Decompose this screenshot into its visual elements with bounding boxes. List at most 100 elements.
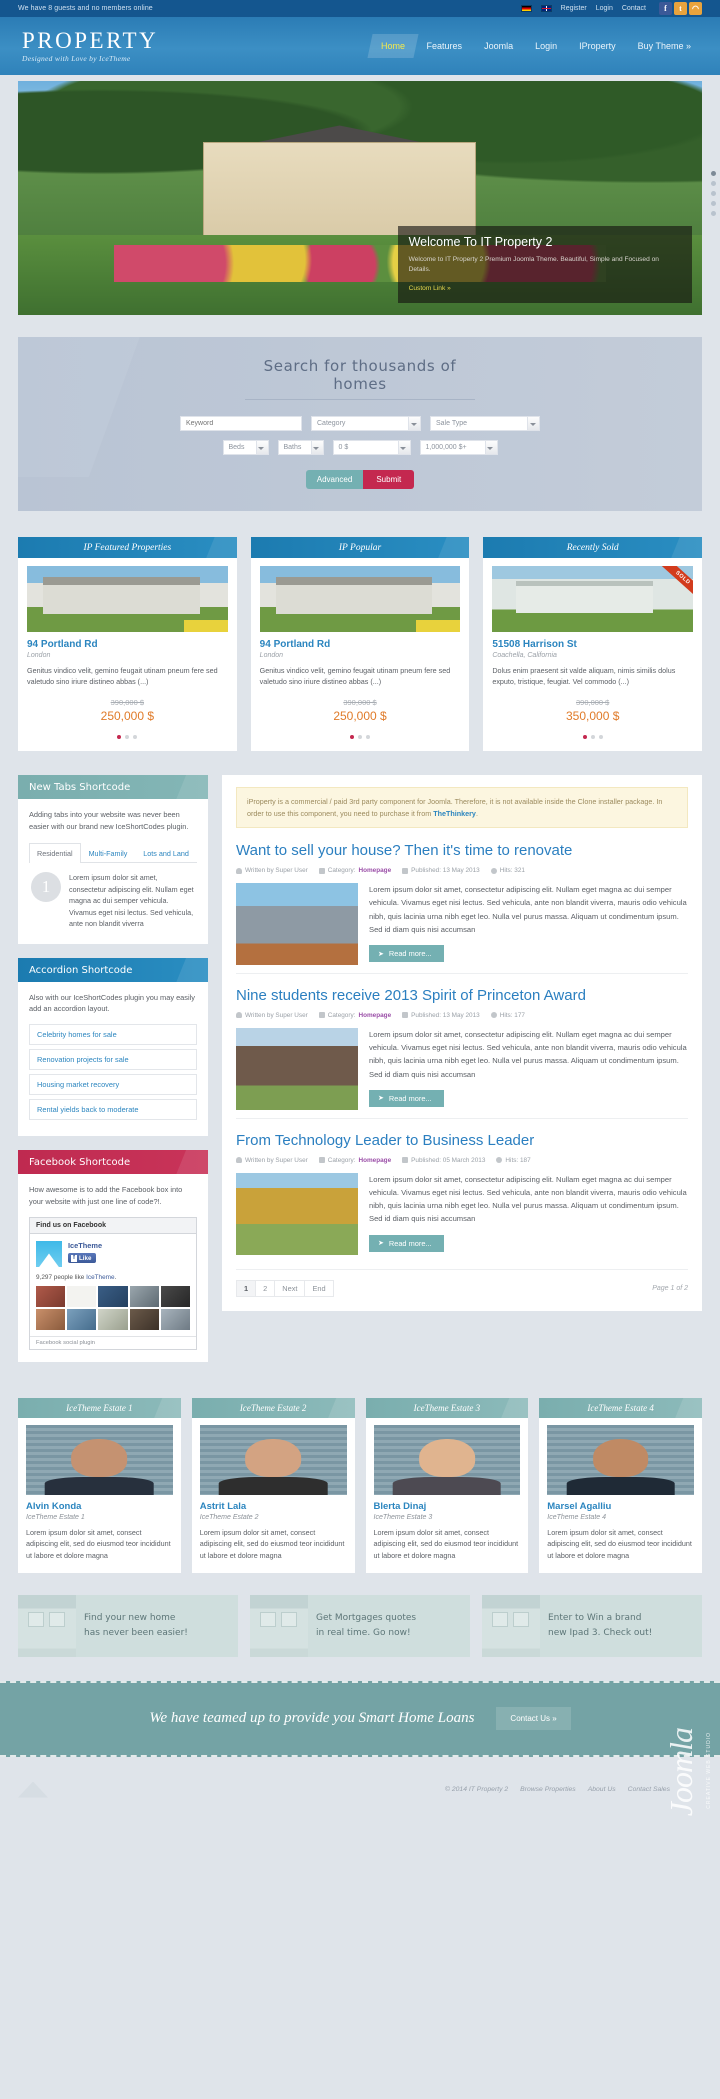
friend-thumb[interactable] bbox=[36, 1308, 66, 1330]
article-image[interactable] bbox=[236, 883, 358, 966]
property-image[interactable] bbox=[27, 566, 228, 632]
agent-name[interactable]: Marsel Agalliu bbox=[547, 1501, 694, 1512]
logo[interactable]: PROPERTY Designed with Love by IceTheme bbox=[18, 29, 370, 63]
price-min-select[interactable]: 0 $ bbox=[332, 440, 411, 455]
friend-thumb[interactable] bbox=[160, 1308, 190, 1330]
property-dot-2[interactable] bbox=[358, 735, 362, 740]
nav-item-login[interactable]: Login bbox=[524, 34, 568, 58]
article-title[interactable]: From Technology Leader to Business Leade… bbox=[236, 1132, 688, 1151]
friend-thumb[interactable] bbox=[98, 1308, 128, 1330]
property-dot-3[interactable] bbox=[133, 735, 138, 740]
property-carousel-dots[interactable] bbox=[492, 735, 693, 740]
register-link[interactable]: Register bbox=[561, 5, 587, 12]
agent-photo[interactable] bbox=[26, 1424, 173, 1495]
agent-name[interactable]: Alvin Konda bbox=[26, 1501, 173, 1512]
property-title[interactable]: 94 Portland Rd bbox=[260, 639, 461, 650]
nav-item-iproperty[interactable]: IProperty bbox=[568, 34, 627, 58]
tab-multi-family[interactable]: Multi-Family bbox=[81, 843, 136, 862]
property-dot-1[interactable] bbox=[350, 735, 354, 740]
nav-item-buy-theme[interactable]: Buy Theme » bbox=[627, 34, 702, 58]
property-title[interactable]: 51508 Harrison St bbox=[492, 639, 693, 650]
page-button-next[interactable]: Next bbox=[274, 1279, 306, 1297]
submit-search-button[interactable]: Submit bbox=[363, 470, 415, 489]
facebook-like-button[interactable]: f Like bbox=[68, 1253, 97, 1264]
promo-banner[interactable]: Get Mortgages quotes in real time. Go no… bbox=[250, 1594, 470, 1657]
beds-select[interactable]: Beds bbox=[222, 440, 269, 455]
friend-thumb[interactable] bbox=[129, 1285, 159, 1307]
agent-photo[interactable] bbox=[547, 1424, 694, 1495]
hero-dot-2[interactable] bbox=[711, 181, 716, 186]
page-button-2[interactable]: 2 bbox=[255, 1279, 276, 1297]
read-more-button[interactable]: ➤ Read more... bbox=[369, 1234, 444, 1252]
property-dot-1[interactable] bbox=[582, 735, 587, 740]
property-carousel-dots[interactable] bbox=[27, 735, 228, 740]
hero-dot-4[interactable] bbox=[711, 201, 716, 206]
tab-lots-and-land[interactable]: Lots and Land bbox=[135, 843, 197, 862]
accordion-item[interactable]: Celebrity homes for sale bbox=[29, 1024, 197, 1046]
accordion-item[interactable]: Rental yields back to moderate bbox=[29, 1099, 197, 1121]
category-value[interactable]: Homepage bbox=[358, 1157, 391, 1164]
article-image[interactable] bbox=[236, 1172, 358, 1255]
property-image[interactable] bbox=[259, 566, 461, 632]
login-link[interactable]: Login bbox=[596, 5, 613, 12]
footer-link-contact-sales[interactable]: Contact Sales bbox=[628, 1786, 670, 1793]
keyword-input[interactable] bbox=[180, 416, 302, 431]
footer-link-browse-properties[interactable]: Browse Properties bbox=[520, 1786, 576, 1793]
accordion-item[interactable]: Renovation projects for sale bbox=[29, 1049, 197, 1071]
nav-item-joomla[interactable]: Joomla bbox=[473, 34, 524, 58]
category-select[interactable]: Category bbox=[311, 416, 421, 431]
agent-name[interactable]: Blerta Dinaj bbox=[374, 1501, 521, 1512]
article-image[interactable] bbox=[236, 1027, 358, 1110]
hero-dot-3[interactable] bbox=[711, 191, 716, 196]
article-title[interactable]: Want to sell your house? Then it's time … bbox=[236, 842, 688, 861]
property-dot-2[interactable] bbox=[590, 735, 595, 740]
category-value[interactable]: Homepage bbox=[358, 867, 391, 874]
contact-link[interactable]: Contact bbox=[622, 5, 646, 12]
read-more-button[interactable]: ➤ Read more... bbox=[369, 1089, 444, 1107]
twitter-icon[interactable]: t bbox=[674, 2, 687, 15]
flag-uk-icon[interactable] bbox=[540, 5, 552, 12]
notice-link[interactable]: TheThinkery bbox=[433, 809, 476, 818]
article-title[interactable]: Nine students receive 2013 Spirit of Pri… bbox=[236, 987, 688, 1006]
friend-thumb[interactable] bbox=[98, 1285, 128, 1307]
page-button-1[interactable]: 1 bbox=[236, 1279, 257, 1297]
sale-type-select[interactable]: Sale Type bbox=[430, 416, 540, 431]
property-dot-3[interactable] bbox=[366, 735, 370, 740]
read-more-button[interactable]: ➤ Read more... bbox=[369, 945, 444, 963]
facebook-icon[interactable]: f bbox=[659, 2, 672, 15]
agent-photo[interactable] bbox=[373, 1424, 521, 1495]
advanced-search-button[interactable]: Advanced bbox=[305, 470, 364, 489]
tab-residential[interactable]: Residential bbox=[29, 843, 81, 863]
hero-slide[interactable]: Welcome To IT Property 2 Welcome to IT P… bbox=[18, 81, 702, 315]
like-count-link[interactable]: IceTheme bbox=[86, 1274, 114, 1281]
property-carousel-dots[interactable] bbox=[260, 735, 461, 740]
baths-select[interactable]: Baths bbox=[277, 440, 324, 455]
promo-banner[interactable]: Enter to Win a brand new Ipad 3. Check o… bbox=[482, 1594, 702, 1657]
footer-link-about-us[interactable]: About Us bbox=[588, 1786, 616, 1793]
property-image[interactable]: SOLD bbox=[492, 566, 694, 632]
agent-photo[interactable] bbox=[199, 1424, 347, 1495]
property-dot-1[interactable] bbox=[117, 735, 122, 740]
nav-item-features[interactable]: Features bbox=[416, 34, 474, 58]
property-dot-3[interactable] bbox=[598, 735, 603, 740]
hero-dot-1[interactable] bbox=[711, 171, 716, 176]
friend-thumb[interactable] bbox=[36, 1285, 66, 1307]
hero-custom-link[interactable]: Custom Link » bbox=[409, 285, 451, 292]
agent-name[interactable]: Astrit Lala bbox=[200, 1501, 347, 1512]
property-dot-2[interactable] bbox=[125, 735, 130, 740]
property-title[interactable]: 94 Portland Rd bbox=[27, 639, 228, 650]
category-value[interactable]: Homepage bbox=[358, 1012, 391, 1019]
friend-thumb[interactable] bbox=[67, 1285, 97, 1307]
price-max-select[interactable]: 1,000,000 $+ bbox=[419, 440, 498, 455]
contact-us-button[interactable]: Contact Us » bbox=[496, 1707, 571, 1730]
nav-item-home[interactable]: Home bbox=[366, 34, 419, 58]
page-button-end[interactable]: End bbox=[304, 1279, 334, 1297]
promo-banner[interactable]: Find your new home has never been easier… bbox=[18, 1594, 238, 1657]
hero-pagination-dots[interactable] bbox=[711, 171, 716, 216]
facebook-page-name[interactable]: IceTheme bbox=[68, 1241, 102, 1250]
friend-thumb[interactable] bbox=[67, 1308, 97, 1330]
friend-thumb[interactable] bbox=[160, 1285, 190, 1307]
flag-de-icon[interactable] bbox=[520, 5, 532, 12]
hero-dot-5[interactable] bbox=[711, 211, 716, 216]
rss-icon[interactable]: ◠ bbox=[689, 2, 702, 15]
